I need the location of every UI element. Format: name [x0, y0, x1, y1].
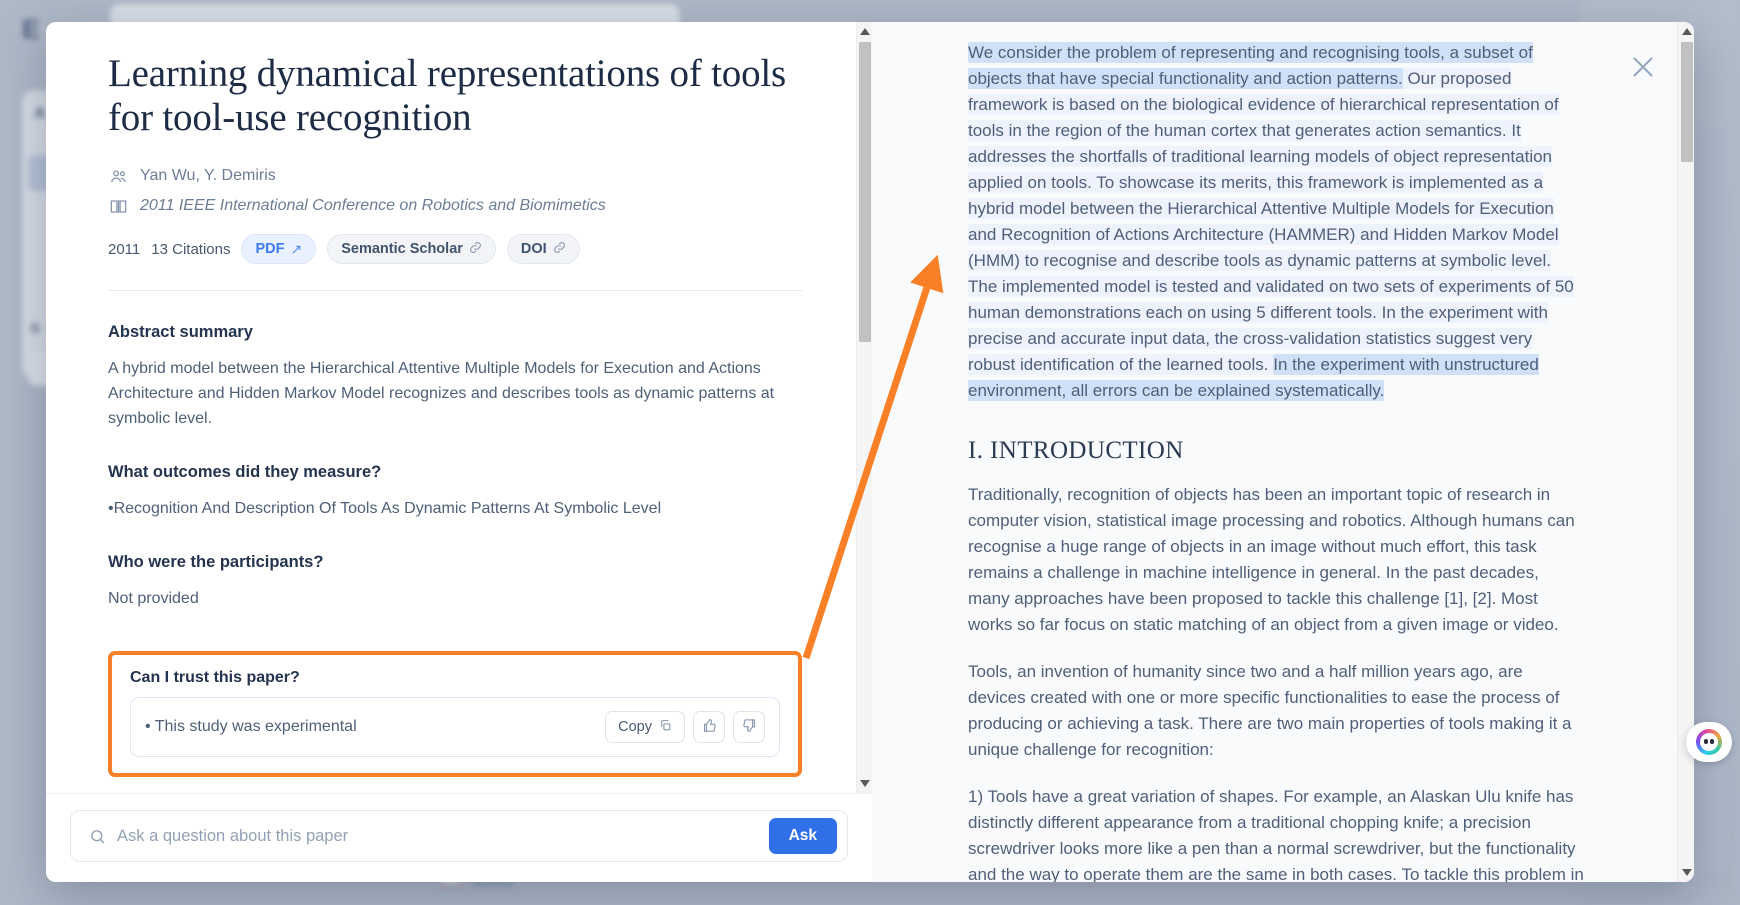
copy-button[interactable]: Copy — [605, 711, 685, 743]
scroll-up-arrow-icon[interactable] — [860, 28, 870, 35]
book-icon — [108, 196, 128, 216]
trust-actions: Copy — [605, 711, 765, 743]
participants-heading: Who were the participants? — [108, 553, 324, 571]
scroll-up-arrow-icon[interactable] — [1681, 28, 1692, 35]
link-icon — [469, 241, 482, 257]
venue-row: 2011 IEEE International Conference on Ro… — [108, 196, 802, 216]
search-icon — [87, 826, 107, 846]
authors-label: Yan Wu, Y. Demiris — [140, 167, 276, 184]
copy-button-label: Copy — [618, 719, 652, 735]
assistant-avatar-icon — [1696, 729, 1722, 755]
outcomes-section: What outcomes did they measure? •Recogni… — [108, 463, 802, 521]
participants-section: Who were the participants? Not provided — [108, 553, 802, 611]
abstract-summary-heading: Abstract summary — [108, 323, 253, 341]
background-app-title: E — [22, 14, 40, 44]
page-title: Learning dynamical representations of to… — [108, 52, 787, 139]
authors-row: Yan Wu, Y. Demiris — [108, 166, 802, 186]
reader-content: We consider the problem of representing … — [968, 40, 1584, 882]
abstract-summary-body: A hybrid model between the Hierarchical … — [108, 360, 775, 427]
doi-label: DOI — [520, 241, 547, 257]
trust-extra-bullets: • No mention found of funding source • N… — [108, 791, 802, 793]
semantic-scholar-label: Semantic Scholar — [341, 241, 463, 257]
participants-body: Not provided — [108, 590, 199, 607]
introduction-paragraph-2: Tools, an invention of humanity since tw… — [968, 662, 1572, 759]
paper-links-row: 2011 13 Citations PDF ↗ Semantic Scholar — [108, 234, 802, 264]
close-icon[interactable] — [1630, 54, 1656, 80]
trust-bullet: • This study was experimental — [145, 718, 357, 735]
outcomes-bullet: •Recognition And Description Of Tools As… — [108, 500, 662, 517]
external-link-icon: ↗ — [290, 240, 303, 257]
assistant-widget-button[interactable] — [1686, 722, 1732, 762]
scroll-down-arrow-icon[interactable] — [860, 780, 870, 787]
paper-reader-pane: We consider the problem of representing … — [872, 22, 1694, 882]
left-pane-scrollbar[interactable] — [856, 22, 872, 793]
scroll-down-arrow-icon[interactable] — [1681, 869, 1692, 876]
link-icon — [553, 241, 566, 257]
semantic-scholar-link-button[interactable]: Semantic Scholar — [327, 234, 496, 264]
authors-icon — [108, 166, 128, 186]
introduction-paragraph-3: 1) Tools have a great variation of shape… — [968, 787, 1584, 882]
scroll-thumb[interactable] — [859, 42, 871, 342]
thumbs-up-button[interactable] — [693, 711, 725, 743]
thumbs-down-icon — [742, 718, 757, 737]
copy-icon — [659, 719, 672, 736]
scroll-thumb[interactable] — [1680, 42, 1693, 162]
introduction-heading: I. INTRODUCTION — [968, 437, 1184, 464]
venue-label: 2011 IEEE International Conference on Ro… — [140, 197, 606, 214]
ask-input[interactable] — [117, 826, 759, 846]
section-divider — [108, 290, 802, 291]
paper-detail-modal: Learning dynamical representations of to… — [46, 22, 1694, 882]
trust-extra-bullet: • No mention found of funding source — [108, 791, 802, 793]
trust-heading: Can I trust this paper? — [130, 669, 300, 686]
assistant-face-icon — [1700, 733, 1718, 751]
ask-button[interactable]: Ask — [768, 818, 837, 854]
pdf-link-label: PDF — [255, 241, 285, 257]
publication-year: 2011 — [108, 240, 141, 258]
paper-summary-scroll-region: Learning dynamical representations of to… — [46, 22, 872, 793]
abstract-paragraph: We consider the problem of representing … — [968, 40, 1584, 404]
doi-link-button[interactable]: DOI — [506, 234, 580, 264]
ask-bar: Ask — [46, 793, 872, 882]
paper-summary-pane: Learning dynamical representations of to… — [46, 22, 872, 882]
introduction-paragraph-1: Traditionally, recognition of objects ha… — [968, 485, 1575, 634]
abstract-summary-section: Abstract summary A hybrid model between … — [108, 323, 802, 431]
trust-answer-card: • This study was experimental Copy — [130, 697, 780, 757]
thumbs-up-icon — [702, 718, 717, 737]
outcomes-heading: What outcomes did they measure? — [108, 463, 382, 481]
citation-count: 13 Citations — [151, 240, 231, 258]
pdf-link-button[interactable]: PDF ↗ — [241, 234, 317, 264]
ask-input-wrapper[interactable]: Ask — [70, 810, 848, 862]
background-sub-label: S — [30, 320, 41, 337]
highlight-soft-body: Our proposed framework is based on the b… — [968, 68, 1574, 375]
trust-section-highlighted: Can I trust this paper? • This study was… — [108, 651, 802, 777]
thumbs-down-button[interactable] — [733, 711, 765, 743]
